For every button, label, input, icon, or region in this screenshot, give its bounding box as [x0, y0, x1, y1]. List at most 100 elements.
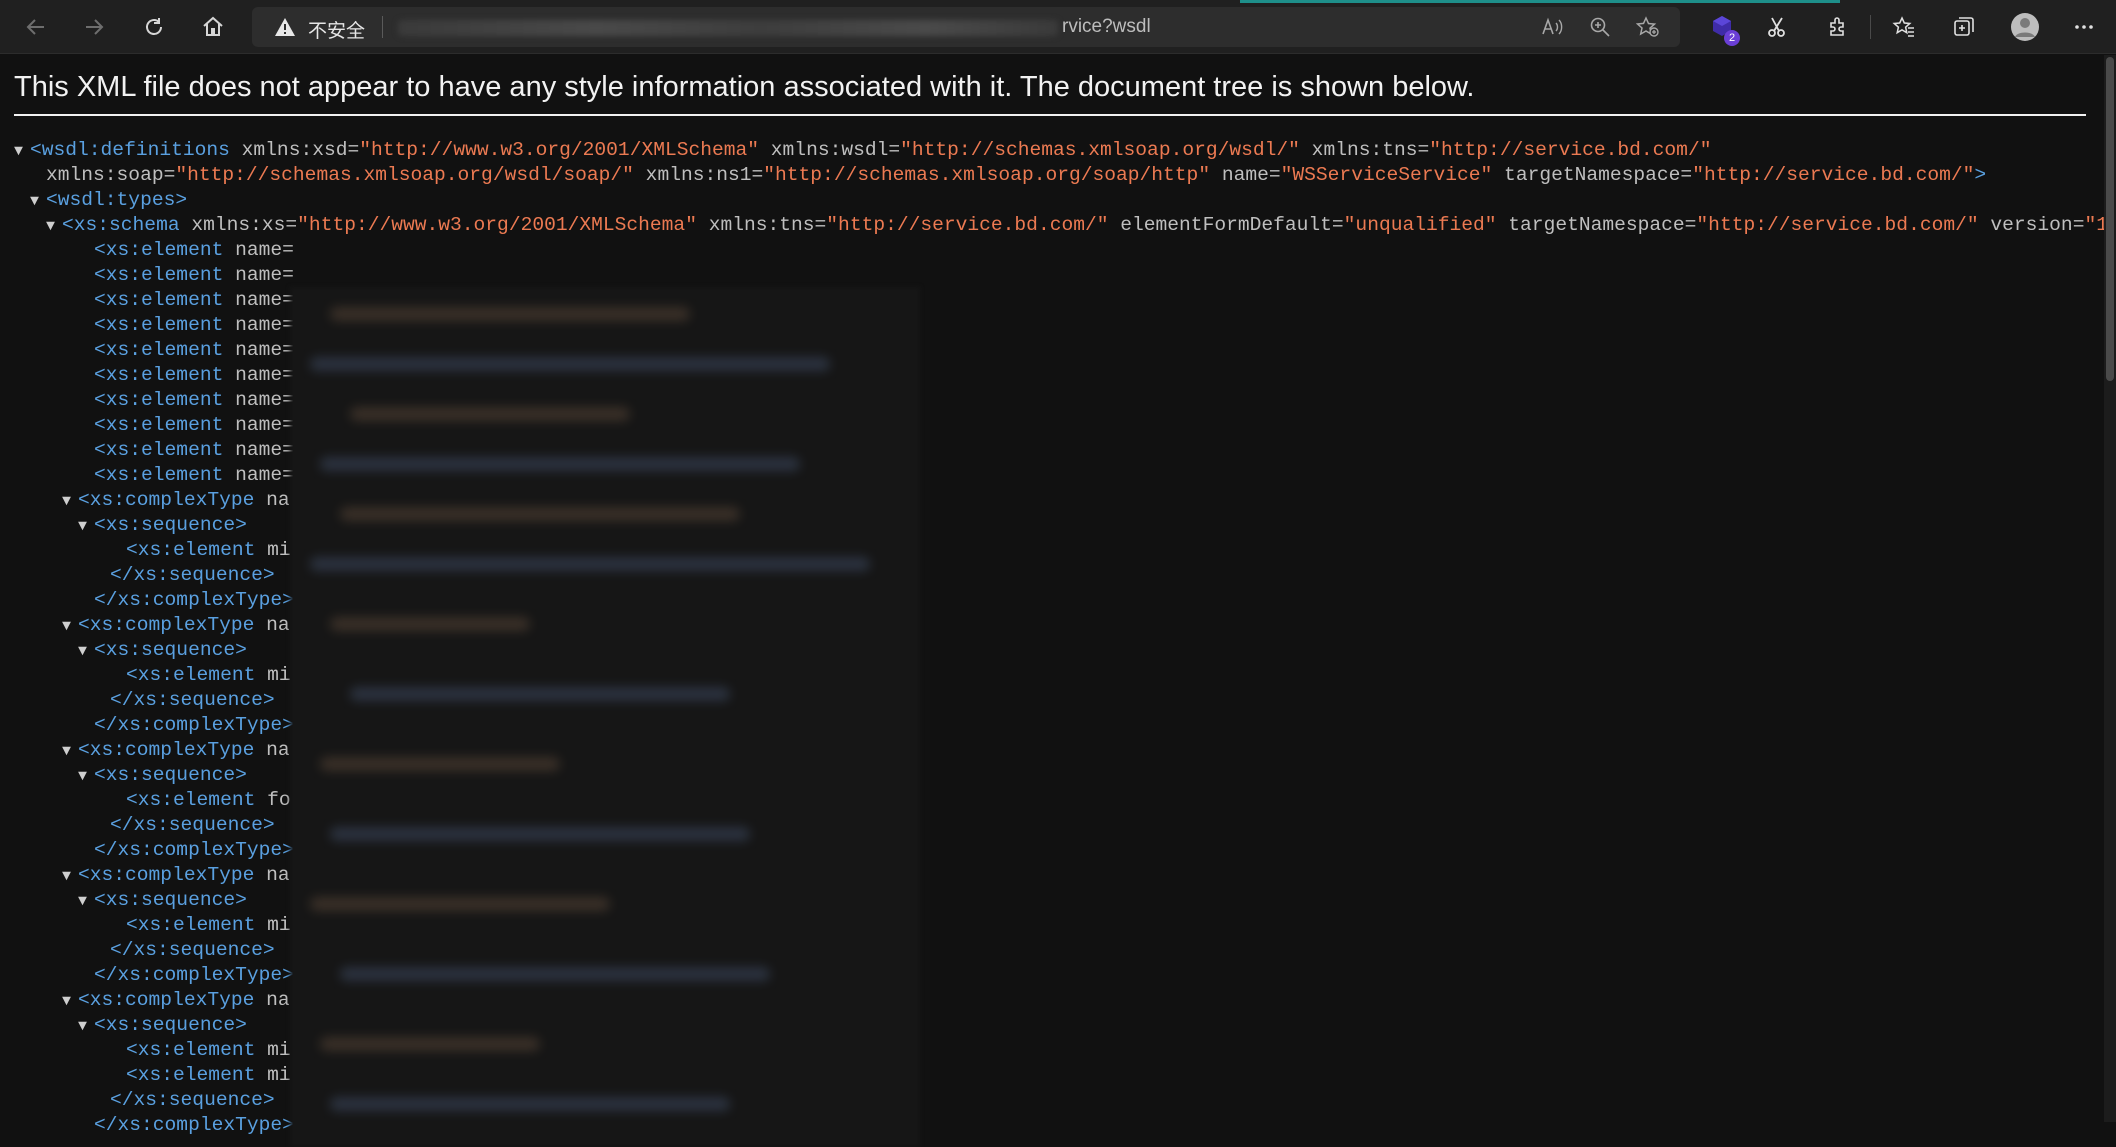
xml-attr-name: mi — [267, 1039, 291, 1061]
collapse-toggle-icon[interactable]: ▼ — [62, 739, 78, 764]
xml-line: ▼ <wsdl:definitions xmlns:xsd="http://www… — [14, 138, 2116, 163]
read-aloud-button[interactable] — [1538, 14, 1566, 40]
add-favorite-button[interactable] — [1634, 14, 1662, 40]
xml-attr-name: xmlns:ns1= — [633, 164, 764, 186]
xml-attr-name: name= — [235, 364, 294, 386]
xml-attr-name: targetNamespace= — [1492, 164, 1693, 186]
xml-attr-name: mi — [267, 1064, 291, 1086]
collapse-toggle-icon[interactable]: ▼ — [78, 514, 94, 539]
collapse-toggle-icon[interactable]: ▼ — [62, 489, 78, 514]
xml-tag: <xs:element — [94, 464, 236, 486]
collapse-toggle-icon[interactable]: ▼ — [62, 989, 78, 1014]
more-menu-button[interactable] — [2064, 8, 2104, 46]
xml-attr-value: "http://service.bd.com/" — [1692, 164, 1975, 186]
xml-attr-name: na — [266, 989, 290, 1011]
xml-attr-name: name= — [235, 239, 294, 261]
xml-attr-value: "http://schemas.xmlsoap.org/soap/http" — [763, 164, 1211, 186]
xml-tag: <xs:element — [94, 364, 236, 386]
xml-attr-name: name= — [1210, 164, 1281, 186]
collapse-toggle-icon[interactable]: ▼ — [14, 139, 30, 164]
arrow-right-icon — [86, 19, 104, 35]
xml-attr-value: "http://service.bd.com/" — [1429, 139, 1712, 161]
xml-attr-name: na — [266, 864, 290, 886]
xml-tag: > — [1974, 164, 1987, 186]
xml-tag: </xs:sequence> — [110, 689, 275, 711]
extension-badge: 2 — [1724, 30, 1740, 46]
xml-tag: <xs:element — [126, 914, 268, 936]
xml-attr-name: mi — [267, 914, 291, 936]
security-status-label[interactable]: 不安全 — [308, 16, 365, 43]
xml-tag: </xs:complexType> — [94, 714, 294, 736]
xml-attr-name: na — [266, 614, 290, 636]
xml-line: ▼ <xs:schema xmlns:xs="http://www.w3.org/… — [14, 213, 2116, 238]
collapse-toggle-icon[interactable]: ▼ — [78, 889, 94, 914]
xml-tag: </xs:complexType> — [94, 1114, 294, 1136]
scrollbar-thumb[interactable] — [2106, 57, 2114, 381]
xml-attr-name: xmlns:xsd= — [241, 139, 360, 161]
refresh-icon — [146, 18, 162, 35]
address-bar[interactable]: 不安全 rvice?wsdl — [252, 7, 1680, 47]
xml-tag: </xs:sequence> — [110, 564, 275, 586]
xml-tag: </xs:sequence> — [110, 939, 275, 961]
favorites-button[interactable] — [1884, 8, 1924, 46]
xml-attr-name: mi — [267, 539, 291, 561]
xml-attr-name: mi — [267, 664, 291, 686]
xml-tag: <wsdl:types> — [46, 189, 188, 211]
more-dots-icon — [2075, 25, 2093, 29]
xml-tag: </xs:sequence> — [110, 814, 275, 836]
xml-attr-value: "unqualified" — [1343, 214, 1497, 236]
extension-button[interactable]: 2 — [1702, 8, 1742, 46]
xml-tag: <xs:element — [126, 789, 268, 811]
xml-attr-name: version= — [1978, 214, 2085, 236]
xml-tag: <xs:sequence> — [94, 764, 247, 786]
xml-tag: <xs:sequence> — [94, 514, 247, 536]
xml-attr-value: "http://service.bd.com/" — [826, 214, 1109, 236]
blurred-url — [398, 20, 1058, 36]
puzzle-icon — [1830, 17, 1844, 36]
collapse-toggle-icon[interactable]: ▼ — [46, 214, 62, 239]
xml-tag: <xs:element — [94, 314, 236, 336]
collapse-toggle-icon[interactable]: ▼ — [62, 864, 78, 889]
vertical-scrollbar[interactable] — [2104, 55, 2116, 1122]
no-style-notice: This XML file does not appear to have an… — [14, 71, 2086, 116]
warning-icon — [274, 17, 296, 42]
xml-tag: <xs:element — [126, 1064, 268, 1086]
home-button[interactable] — [195, 10, 231, 44]
xml-tag: <xs:element — [126, 539, 268, 561]
xml-tag: <xs:complexType — [78, 864, 267, 886]
xml-tag: <xs:sequence> — [94, 639, 247, 661]
xml-attr-value: "http://schemas.xmlsoap.org/wsdl/" — [900, 139, 1300, 161]
zoom-button[interactable] — [1586, 14, 1614, 40]
active-tab-accent — [1240, 0, 1840, 3]
address-divider — [382, 16, 383, 38]
xml-tag: <xs:element — [94, 389, 236, 411]
xml-attr-value: "WSServiceService" — [1280, 164, 1493, 186]
collapse-toggle-icon[interactable]: ▼ — [78, 639, 94, 664]
collapse-toggle-icon[interactable]: ▼ — [30, 189, 46, 214]
collapse-toggle-icon[interactable]: ▼ — [62, 614, 78, 639]
collections-button[interactable] — [1944, 8, 1984, 46]
profile-button[interactable] — [2005, 8, 2045, 46]
xml-tag: <xs:complexType — [78, 739, 267, 761]
xml-tag: <xs:complexType — [78, 489, 267, 511]
xml-tag: <xs:sequence> — [94, 889, 247, 911]
toolbar-divider — [1870, 15, 1871, 39]
xml-attr-value: "http://service.bd.com/" — [1696, 214, 1979, 236]
read-aloud-icon — [1542, 17, 1563, 35]
refresh-button[interactable] — [136, 10, 172, 44]
back-button[interactable] — [18, 10, 54, 44]
extensions-button[interactable] — [1818, 8, 1858, 46]
collapse-toggle-icon[interactable]: ▼ — [78, 764, 94, 789]
xml-attr-value: "http://schemas.xmlsoap.org/wsdl/soap/" — [175, 164, 634, 186]
screenshot-button[interactable] — [1758, 8, 1798, 46]
xml-attr-value: "http://www.w3.org/2001/XMLSchema" — [297, 214, 697, 236]
xml-tag: <xs:element — [94, 264, 236, 286]
forward-button[interactable] — [76, 10, 112, 44]
collapse-toggle-icon[interactable]: ▼ — [78, 1014, 94, 1039]
xml-tag: <wsdl:definitions — [30, 139, 242, 161]
url-text[interactable]: rvice?wsdl — [1062, 16, 1151, 38]
xml-tag: <xs:element — [126, 1039, 268, 1061]
zoom-in-icon — [1590, 17, 1610, 37]
xml-attr-name: name= — [235, 414, 294, 436]
xml-attr-name: name= — [235, 389, 294, 411]
